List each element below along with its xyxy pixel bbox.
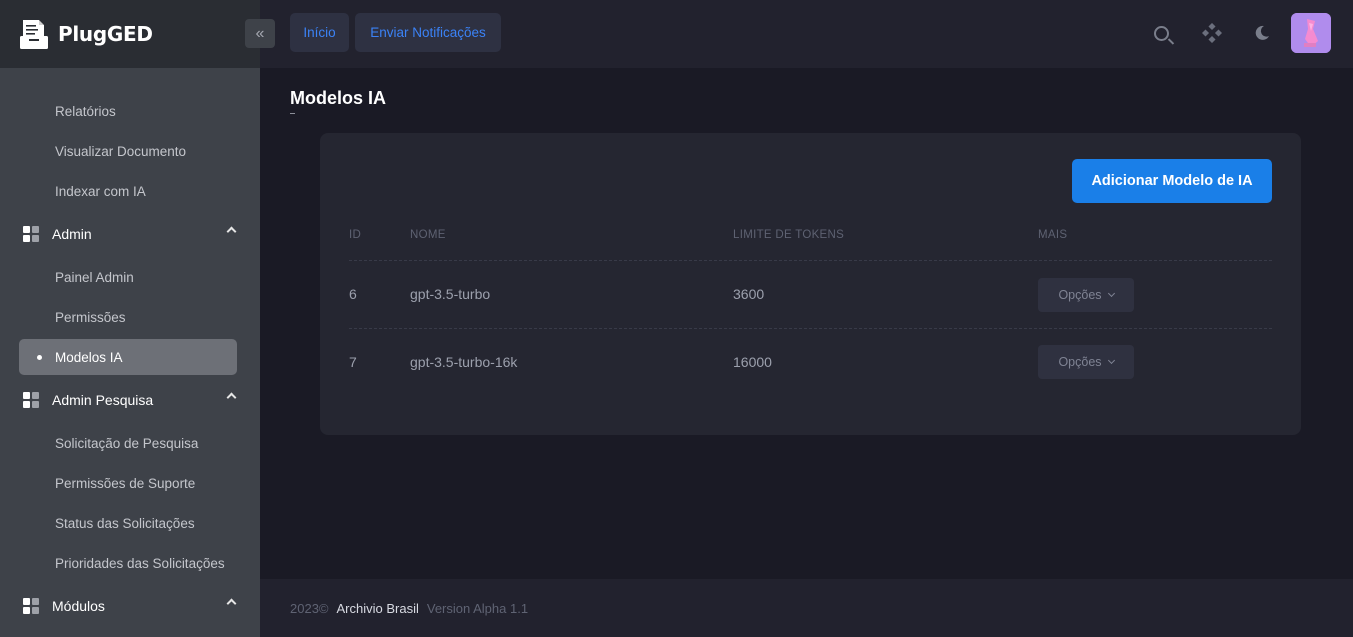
sidebar-group-label: Admin xyxy=(52,226,92,242)
top-header: Início Enviar Notificações xyxy=(260,0,1353,68)
logo-icon xyxy=(18,18,50,50)
sidebar-group-label: Admin Pesquisa xyxy=(52,392,154,408)
sidebar-group-admin[interactable]: Admin xyxy=(0,211,260,257)
col-header-nome: NOME xyxy=(410,229,446,241)
sidebar-group-admin-pesquisa[interactable]: Admin Pesquisa xyxy=(0,377,260,423)
sidebar-group-modulos[interactable]: Módulos xyxy=(0,583,260,629)
sidebar-item-visualizar-documento[interactable]: Visualizar Documento xyxy=(0,131,260,171)
cell-id: 6 xyxy=(349,286,357,302)
cell-name: gpt-3.5-turbo xyxy=(410,286,491,302)
col-header-mais: MAIS xyxy=(1038,229,1068,241)
row-divider xyxy=(349,328,1272,329)
page-title: Modelos IA xyxy=(290,88,387,108)
sidebar-item-label: Solicitação de Pesquisa xyxy=(55,435,199,451)
sidebar-item-relatorios[interactable]: Relatórios xyxy=(0,91,260,131)
moon-icon[interactable] xyxy=(1251,22,1273,44)
grid-icon xyxy=(23,391,40,409)
col-header-limite: LIMITE DE TOKENS xyxy=(733,229,845,241)
title-underline xyxy=(290,113,295,114)
footer-version: Version Alpha 1.1 xyxy=(426,600,529,616)
app-name: PlugGED xyxy=(58,22,153,46)
active-bullet-icon xyxy=(37,355,42,360)
sidebar-item-solicitacao-de-pesquisa[interactable]: Solicitação de Pesquisa xyxy=(0,423,260,463)
sidebar-item-status-das-solicitacoes[interactable]: Status das Solicitações xyxy=(0,503,260,543)
user-avatar[interactable] xyxy=(1291,13,1331,53)
sidebar-item-label: Prioridades das Solicitações xyxy=(55,555,225,571)
sidebar-item-painel-admin[interactable]: Painel Admin xyxy=(0,257,260,297)
cell-name: gpt-3.5-turbo-16k xyxy=(410,354,518,370)
collapse-sidebar-button[interactable]: « xyxy=(245,19,275,48)
row-divider xyxy=(349,260,1272,261)
add-model-button[interactable]: Adicionar Modelo de IA xyxy=(1072,159,1272,203)
chevron-up-icon xyxy=(226,226,237,237)
options-label: Opções xyxy=(1058,355,1102,369)
sidebar: PlugGED Relatórios Visualizar Documento In… xyxy=(0,0,260,637)
grid-icon xyxy=(23,225,40,243)
sidebar-item-label: Permissões xyxy=(55,309,126,325)
footer: 2023© Archivio Brasil Version Alpha 1.1 xyxy=(260,579,1353,637)
sidebar-item-label: Status das Solicitações xyxy=(55,515,195,531)
sidebar-item-label: Modelos IA xyxy=(55,349,123,365)
sidebar-item-modelos-ia[interactable]: Modelos IA xyxy=(19,339,237,375)
sidebar-item-label: Permissões de Suporte xyxy=(55,475,196,491)
chevron-down-icon xyxy=(1107,289,1115,298)
options-dropdown-button[interactable]: Opções xyxy=(1038,345,1134,379)
col-header-id: ID xyxy=(349,229,362,241)
sidebar-item-label: Relatórios xyxy=(55,103,116,119)
sidebar-item-permissoes[interactable]: Permissões xyxy=(0,297,260,337)
sidebar-item-label: Visualizar Documento xyxy=(55,143,187,159)
footer-company-link[interactable]: Archivio Brasil xyxy=(337,601,419,616)
nav-inicio[interactable]: Início xyxy=(290,13,349,52)
models-card: Adicionar Modelo de IA ID NOME LIMITE DE… xyxy=(320,133,1301,435)
cell-id: 7 xyxy=(349,354,357,370)
options-label: Opções xyxy=(1058,288,1102,302)
sidebar-item-label: Painel Admin xyxy=(55,269,134,285)
cell-limit: 16000 xyxy=(733,354,772,370)
sidebar-menu: Relatórios Visualizar Documento Indexar co… xyxy=(0,68,260,629)
sidebar-item-permissoes-de-suporte[interactable]: Permissões de Suporte xyxy=(0,463,260,503)
chevron-up-icon xyxy=(226,392,237,403)
sidebar-item-indexar-com-ia[interactable]: Indexar com IA xyxy=(0,171,260,211)
grid-icon xyxy=(23,597,40,615)
sidebar-group-label: Módulos xyxy=(52,598,105,614)
cell-limit: 3600 xyxy=(733,286,765,302)
options-dropdown-button[interactable]: Opções xyxy=(1038,278,1134,312)
nav-enviar-notificacoes[interactable]: Enviar Notificações xyxy=(355,13,501,52)
sidebar-item-prioridades-das-solicitacoes[interactable]: Prioridades das Solicitações xyxy=(0,543,260,583)
sidebar-item-label: Indexar com IA xyxy=(55,183,146,199)
footer-year: 2023© xyxy=(290,600,329,616)
chevron-up-icon xyxy=(226,598,237,609)
double-chevron-left-icon: « xyxy=(255,24,265,42)
chevron-down-icon xyxy=(1107,356,1115,365)
apps-icon[interactable] xyxy=(1201,22,1223,44)
search-icon[interactable] xyxy=(1150,22,1172,44)
brand[interactable]: PlugGED xyxy=(0,0,260,68)
